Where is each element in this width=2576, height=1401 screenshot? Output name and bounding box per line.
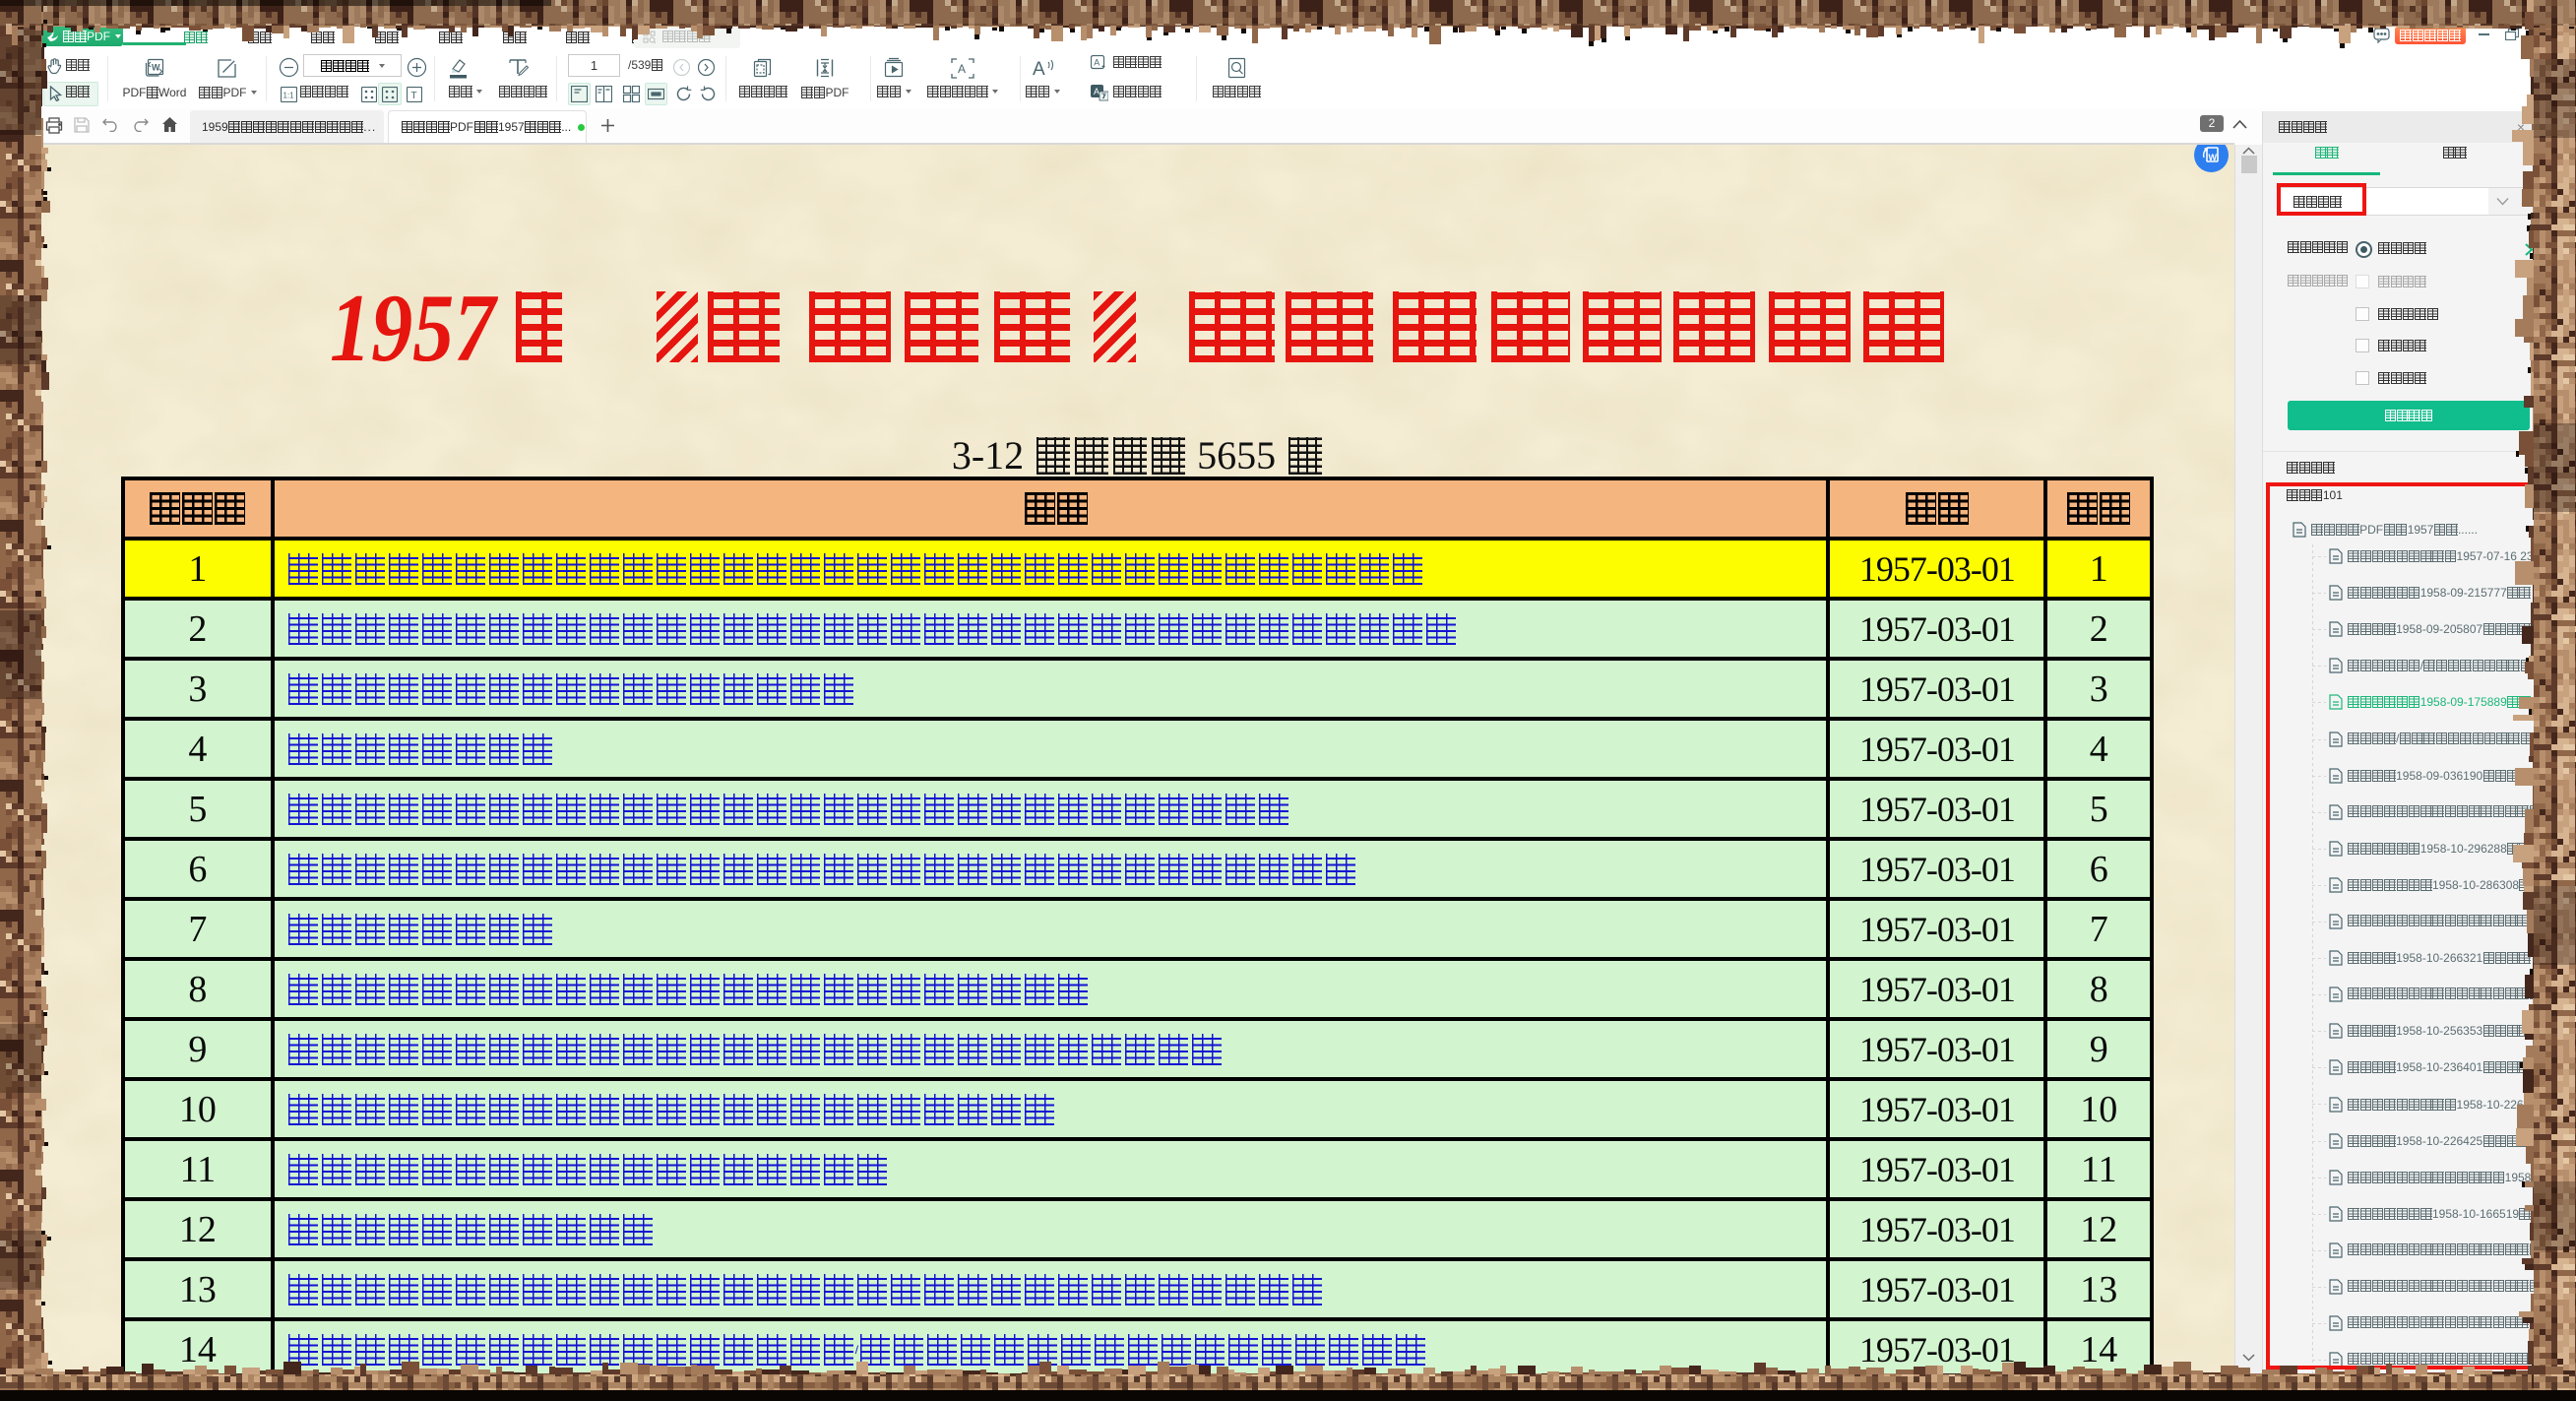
svg-text:W: W	[2209, 153, 2218, 162]
